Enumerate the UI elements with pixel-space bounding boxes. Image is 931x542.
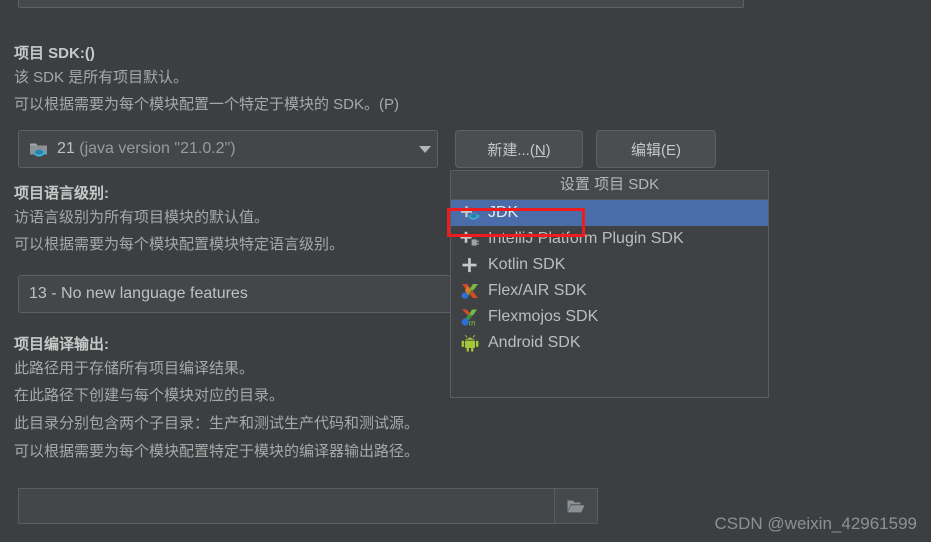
svg-text:m: m bbox=[469, 319, 476, 327]
menu-item-flex-air-label: Flex/AIR SDK bbox=[488, 282, 587, 299]
project-sdk-version: 21 bbox=[57, 140, 75, 157]
compiler-output-path-input[interactable] bbox=[19, 489, 554, 523]
flex-air-icon bbox=[459, 281, 481, 301]
project-sdk-desc-line-1: 该 SDK 是所有项目默认。 bbox=[14, 69, 189, 86]
menu-item-android-label: Android SDK bbox=[488, 334, 581, 351]
edit-sdk-button[interactable]: 编辑(E) bbox=[596, 130, 716, 168]
jdk-folder-cup-icon bbox=[29, 140, 49, 158]
menu-item-intellij-platform-plugin-sdk[interactable]: IntelliJ Platform Plugin SDK bbox=[451, 226, 768, 252]
compiler-output-desc-line-3: 此目录分别包含两个子目录：生产和测试生产代码和测试源。 bbox=[14, 415, 420, 432]
menu-item-flexmojos-sdk[interactable]: m Flexmojos SDK bbox=[451, 304, 768, 330]
language-level-combobox[interactable]: 13 - No new language features bbox=[18, 275, 473, 313]
popup-menu-header: 设置 项目 SDK bbox=[451, 171, 768, 200]
compiler-output-desc-line-4: 可以根据需要为每个模块配置特定于模块的编译器输出路径。 bbox=[14, 443, 420, 460]
add-plugin-sdk-icon bbox=[459, 229, 481, 249]
project-sdk-value: 21 (java version "21.0.2") bbox=[57, 140, 411, 158]
menu-item-android-sdk[interactable]: Android SDK bbox=[451, 330, 768, 356]
menu-item-jdk-label: JDK bbox=[488, 204, 519, 221]
menu-item-jdk[interactable]: JDK bbox=[451, 200, 768, 226]
sdk-type-popup-menu: 设置 项目 SDK JDK IntelliJ Platform Plugin S… bbox=[450, 170, 769, 398]
add-jdk-icon bbox=[459, 203, 481, 223]
project-sdk-combobox[interactable]: 21 (java version "21.0.2") bbox=[18, 130, 438, 168]
new-sdk-button[interactable]: 新建...(N) bbox=[455, 130, 583, 168]
clipped-text-field-above[interactable] bbox=[18, 0, 744, 8]
chevron-down-icon[interactable] bbox=[419, 145, 431, 153]
language-level-desc-line-2: 可以根据需要为每个模块配置模块特定语言级别。 bbox=[14, 236, 345, 253]
new-sdk-button-label: 新建...(N) bbox=[487, 141, 551, 159]
compiler-output-desc-line-1: 此路径用于存储所有项目编译结果。 bbox=[14, 360, 255, 377]
project-sdk-title: 项目 SDK:() bbox=[14, 45, 95, 62]
language-level-value: 13 - No new language features bbox=[29, 285, 248, 302]
project-sdk-desc-line-2: 可以根据需要为每个模块配置一个特定于模块的 SDK。(P) bbox=[14, 96, 400, 113]
project-sdk-version-detail: (java version "21.0.2") bbox=[79, 140, 236, 157]
menu-item-flexmojos-label: Flexmojos SDK bbox=[488, 308, 599, 325]
menu-item-kotlin-sdk[interactable]: Kotlin SDK bbox=[451, 252, 768, 278]
browse-folder-button[interactable] bbox=[554, 489, 597, 523]
add-plus-icon bbox=[459, 255, 481, 275]
menu-item-kotlin-label: Kotlin SDK bbox=[488, 256, 566, 273]
folder-open-icon bbox=[567, 500, 585, 512]
compiler-output-desc-line-2: 在此路径下创建与每个模块对应的目录。 bbox=[14, 387, 285, 404]
menu-item-intellij-label: IntelliJ Platform Plugin SDK bbox=[488, 230, 684, 247]
flexmojos-icon: m bbox=[459, 307, 481, 327]
android-icon bbox=[459, 333, 481, 353]
compiler-output-title: 项目编译输出: bbox=[14, 336, 109, 353]
compiler-output-path-field[interactable] bbox=[18, 488, 598, 524]
watermark-text: CSDN @weixin_42961599 bbox=[714, 514, 917, 533]
menu-item-flex-air-sdk[interactable]: Flex/AIR SDK bbox=[451, 278, 768, 304]
new-sdk-mnemonic: N bbox=[534, 141, 546, 159]
language-level-title: 项目语言级别: bbox=[14, 185, 109, 202]
language-level-desc-line-1: 访语言级别为所有项目模块的默认值。 bbox=[14, 209, 270, 226]
